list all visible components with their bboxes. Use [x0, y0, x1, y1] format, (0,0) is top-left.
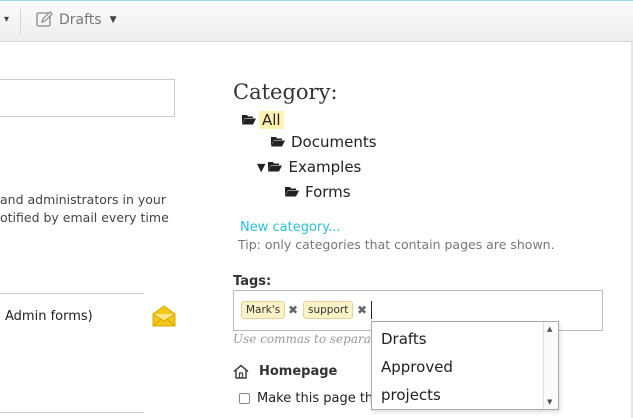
suggestion-item[interactable]: projects	[381, 386, 441, 404]
tags-hint: Use commas to separate	[233, 332, 373, 346]
homepage-section: Homepage	[233, 364, 337, 379]
divider	[0, 293, 144, 294]
tag-suggestions-dropdown[interactable]: Drafts Approved projects ▲ ▼	[371, 321, 559, 410]
make-homepage-label: Make this page the	[257, 391, 373, 406]
category-label: All	[259, 111, 284, 129]
folder-open-icon	[242, 111, 256, 129]
notify-description: and administrators in your otified by em…	[0, 191, 190, 227]
tag-chip: Mark's	[241, 301, 286, 319]
suggestion-item[interactable]: Drafts	[381, 330, 427, 348]
title-input[interactable]	[0, 79, 175, 117]
category-tip: Tip: only categories that contain pages …	[238, 237, 555, 252]
scroll-up-icon[interactable]: ▲	[547, 325, 552, 333]
dropdown-scrollbar[interactable]: ▲ ▼	[543, 322, 558, 409]
envelope-icon[interactable]	[152, 305, 176, 331]
tag-chip: support	[303, 301, 354, 319]
category-label: Examples	[288, 158, 362, 176]
category-heading: Category:	[233, 80, 338, 104]
divider	[0, 412, 144, 413]
folder-open-icon	[268, 158, 283, 176]
category-tree-item-examples[interactable]: ▼ Examples	[257, 158, 364, 176]
make-homepage-option: Make this page the	[239, 391, 373, 406]
new-category-link[interactable]: New category...	[240, 220, 340, 235]
category-tree-item-all[interactable]: All	[242, 111, 284, 129]
suggestion-item[interactable]: Approved	[381, 358, 453, 376]
category-label: Documents	[291, 133, 377, 151]
folder-open-icon	[271, 133, 285, 151]
home-icon	[233, 364, 249, 379]
folder-open-icon	[285, 183, 299, 201]
homepage-label: Homepage	[259, 364, 338, 379]
text-caret	[371, 301, 372, 319]
remove-tag-icon[interactable]: ✖	[357, 303, 367, 317]
drafts-menu-button[interactable]: Drafts ▼	[36, 11, 117, 28]
toolbar-separator	[20, 9, 21, 35]
make-homepage-checkbox[interactable]	[239, 393, 250, 404]
drafts-menu-label: Drafts	[59, 11, 102, 28]
admin-forms-label: Admin forms)	[5, 309, 93, 324]
description-line: and administrators in your	[0, 192, 166, 207]
chevron-down-icon: ▼	[109, 14, 117, 25]
remove-tag-icon[interactable]: ✖	[288, 303, 298, 317]
category-tree-item-forms[interactable]: Forms	[285, 183, 354, 201]
scroll-down-icon[interactable]: ▼	[547, 398, 552, 406]
tags-label: Tags:	[233, 274, 272, 289]
top-toolbar: ▾ Drafts ▼	[0, 0, 633, 42]
expand-triangle-icon[interactable]: ▼	[257, 161, 265, 174]
edit-icon	[36, 11, 53, 27]
category-tree-item-documents[interactable]: Documents	[271, 133, 380, 151]
chevron-down-icon[interactable]: ▾	[4, 14, 9, 25]
category-label: Forms	[305, 183, 351, 201]
description-line: otified by email every time	[0, 210, 169, 225]
